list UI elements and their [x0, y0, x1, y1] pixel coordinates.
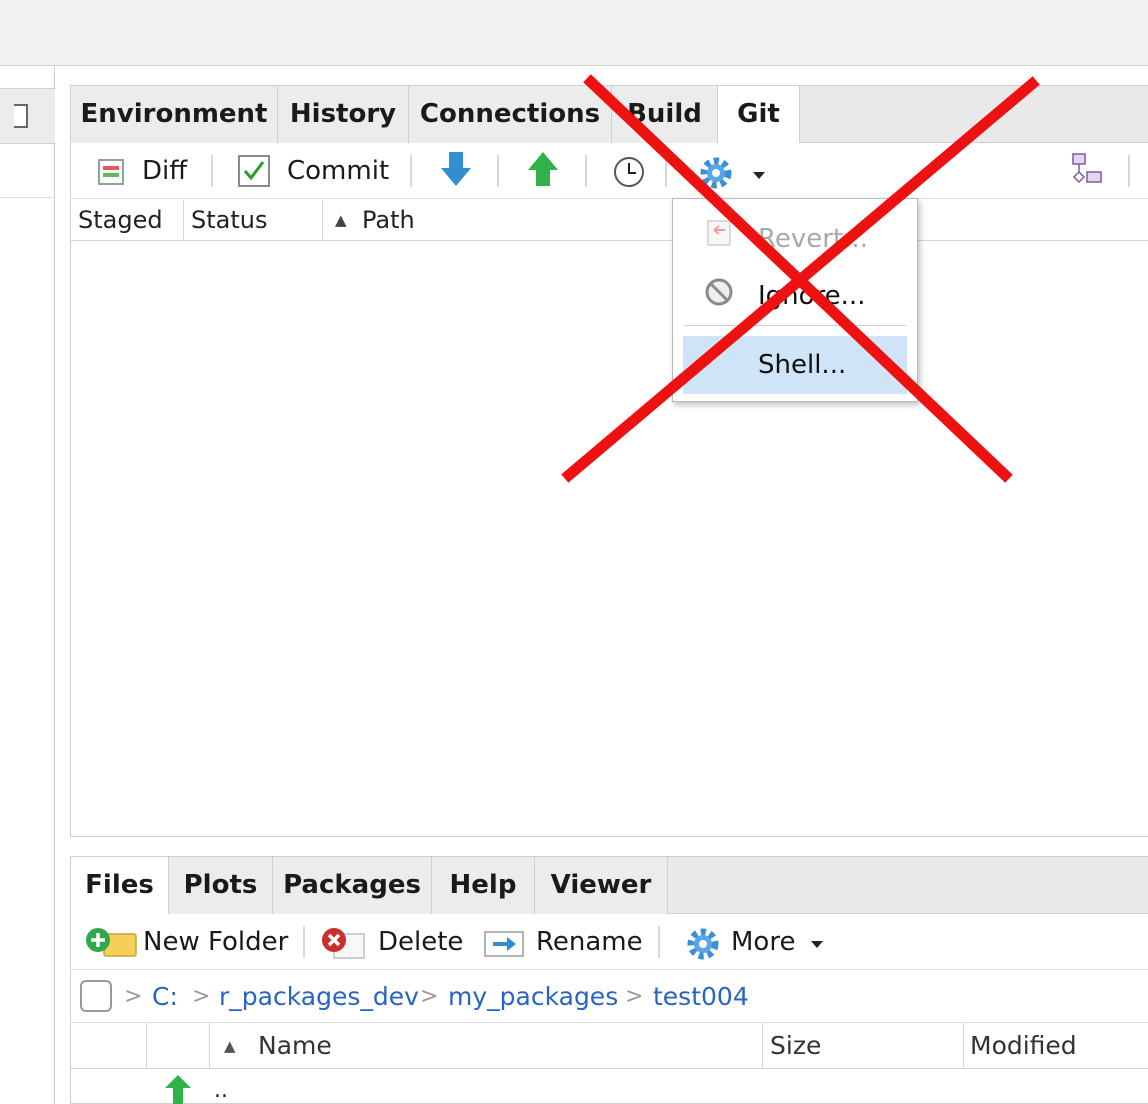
- breadcrumb-item[interactable]: test004: [653, 971, 749, 1023]
- menu-item-ignore[interactable]: Ignore...: [683, 267, 907, 325]
- breadcrumb-separator-icon: >: [192, 984, 211, 1009]
- tab-history[interactable]: History: [278, 86, 409, 143]
- column-name[interactable]: Name: [258, 1023, 332, 1069]
- gear-icon[interactable]: [698, 155, 736, 191]
- commit-checkbox-icon: [238, 155, 270, 187]
- rename-label[interactable]: Rename: [536, 914, 643, 970]
- toolbar-separator: [658, 926, 660, 958]
- column-size[interactable]: Size: [770, 1023, 821, 1069]
- column-path[interactable]: Path: [362, 200, 415, 240]
- tab-files[interactable]: Files: [71, 857, 169, 915]
- column-divider: [963, 1023, 964, 1069]
- left-pane-toolbar: [0, 144, 55, 198]
- breadcrumb-item[interactable]: r_packages_dev: [219, 971, 419, 1023]
- toolbar-separator: [410, 155, 412, 187]
- column-modified[interactable]: Modified: [970, 1023, 1077, 1069]
- commit-label[interactable]: Commit: [287, 143, 389, 199]
- breadcrumb-item[interactable]: my_packages: [448, 971, 618, 1023]
- breadcrumb-separator-icon: >: [420, 984, 439, 1009]
- git-toolbar: [71, 143, 1148, 199]
- pull-down-arrow-icon[interactable]: [440, 150, 472, 188]
- toolbar-separator: [1128, 155, 1130, 187]
- column-divider: [209, 1023, 210, 1069]
- push-up-arrow-icon[interactable]: [527, 150, 559, 188]
- parent-folder-up-icon[interactable]: [163, 1074, 193, 1104]
- diff-icon: [98, 159, 124, 185]
- menu-item-revert: Revert...: [758, 224, 868, 254]
- delete-icon[interactable]: [320, 926, 368, 960]
- breadcrumb-separator-icon: >: [124, 984, 143, 1009]
- column-divider: [183, 200, 184, 240]
- tab-plots[interactable]: Plots: [169, 857, 273, 914]
- tab-environment[interactable]: Environment: [71, 86, 278, 143]
- tab-help[interactable]: Help: [432, 857, 535, 914]
- breadcrumb-separator-icon: >: [625, 984, 644, 1009]
- sort-ascending-icon: ▲: [224, 1037, 236, 1055]
- menu-divider: [684, 325, 906, 326]
- column-status[interactable]: Status: [191, 200, 267, 240]
- branch-icon[interactable]: [1069, 152, 1105, 188]
- breadcrumb-item[interactable]: C:: [152, 971, 178, 1023]
- rename-icon[interactable]: [483, 928, 527, 960]
- toolbar-separator: [303, 926, 305, 958]
- toolbar-separator: [211, 155, 213, 187]
- toolbar-separator: [665, 155, 667, 187]
- commit-button[interactable]: [236, 153, 272, 189]
- tab-connections[interactable]: Connections: [409, 86, 612, 143]
- left-pane-edge: [0, 66, 55, 1104]
- delete-label[interactable]: Delete: [378, 914, 463, 970]
- new-folder-icon[interactable]: [84, 926, 138, 960]
- chevron-down-icon[interactable]: [752, 170, 766, 180]
- parent-dir-label[interactable]: ..: [214, 1078, 228, 1104]
- tab-build[interactable]: Build: [612, 86, 718, 143]
- toolbar-separator: [585, 155, 587, 187]
- tab-viewer[interactable]: Viewer: [535, 857, 668, 914]
- chevron-down-icon[interactable]: [810, 939, 824, 949]
- select-all-checkbox[interactable]: [80, 980, 112, 1012]
- window-top-strip: [0, 0, 1148, 66]
- column-staged[interactable]: Staged: [78, 200, 163, 240]
- tab-packages[interactable]: Packages: [273, 857, 432, 914]
- toolbar-separator: [497, 155, 499, 187]
- column-divider: [762, 1023, 763, 1069]
- more-label[interactable]: More: [731, 914, 795, 970]
- sort-ascending-icon: ▲: [335, 211, 347, 229]
- column-divider: [322, 200, 323, 240]
- new-folder-label[interactable]: New Folder: [143, 914, 288, 970]
- column-divider: [146, 1023, 147, 1069]
- diff-label[interactable]: Diff: [142, 143, 187, 199]
- history-clock-icon[interactable]: [612, 155, 646, 189]
- more-gear-icon[interactable]: [683, 926, 723, 962]
- diff-button[interactable]: [97, 158, 125, 186]
- tab-git[interactable]: Git: [718, 86, 800, 144]
- menu-item-shell[interactable]: Shell...: [683, 336, 907, 394]
- left-pane-restore-icon[interactable]: [14, 104, 28, 128]
